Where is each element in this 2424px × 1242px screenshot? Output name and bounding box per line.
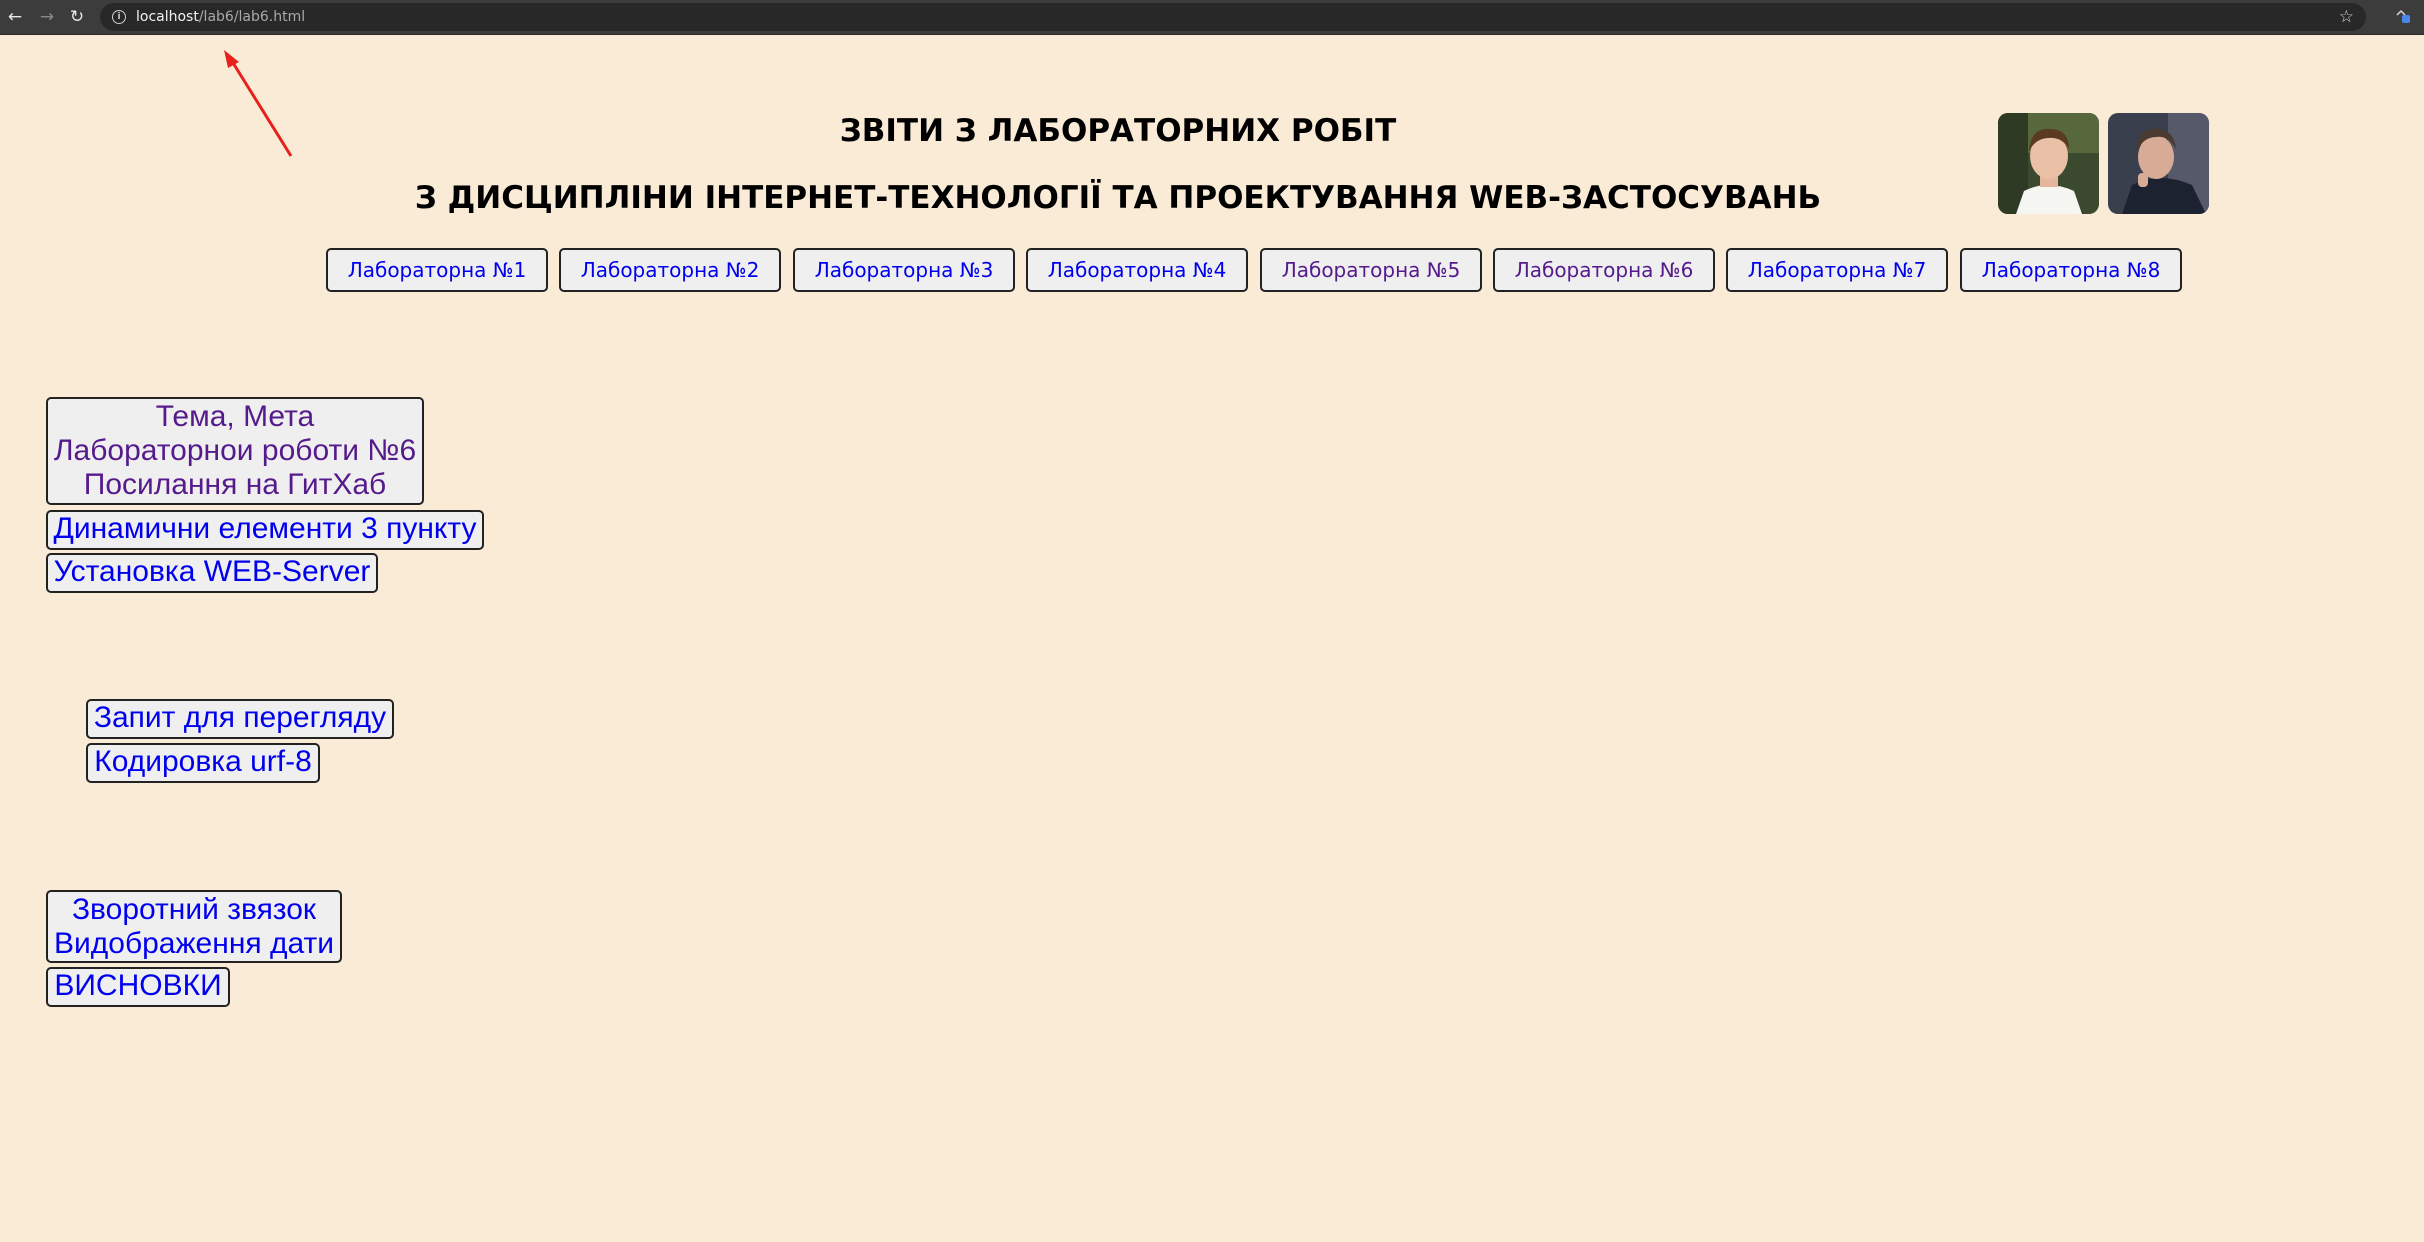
- lab-7-button[interactable]: Лабораторна №7: [1726, 248, 1948, 292]
- dynamic-elements-button[interactable]: Динамични елементи 3 пункту: [46, 510, 484, 550]
- topic-goal-line: Посилання на ГитХаб: [83, 468, 387, 501]
- lab-6-button[interactable]: Лабораторна №6: [1493, 248, 1715, 292]
- lab-2-button[interactable]: Лабораторна №2: [559, 248, 781, 292]
- extension-icon[interactable]: [2396, 9, 2410, 23]
- topic-goal-line: Лабораторнои роботи №6: [53, 434, 417, 467]
- url-host: localhost: [136, 9, 199, 25]
- back-icon[interactable]: ←: [4, 6, 26, 28]
- feedback-date-button[interactable]: Зворотний звязок Видображення дати: [46, 890, 342, 963]
- conclusions-button[interactable]: ВИСНОВКИ: [46, 967, 230, 1007]
- lab-3-button[interactable]: Лабораторна №3: [793, 248, 1015, 292]
- browser-toolbar: ← → ↻ i localhost/lab6/lab6.html ☆: [0, 0, 2424, 35]
- encoding-button[interactable]: Кодировка urf-8: [86, 743, 320, 783]
- page-title: ЗВІТИ З ЛАБОРАТОРНИХ РОБІТ: [839, 113, 1397, 149]
- feedback-date-line: Зворотний звязок: [71, 893, 317, 926]
- forward-icon[interactable]: →: [36, 6, 58, 28]
- author-photo-1: [1998, 113, 2099, 214]
- lab-1-button[interactable]: Лабораторна №1: [326, 248, 548, 292]
- lab-4-button[interactable]: Лабораторна №4: [1026, 248, 1248, 292]
- view-request-button[interactable]: Запит для перегляду: [86, 699, 394, 739]
- lab-5-button[interactable]: Лабораторна №5: [1260, 248, 1482, 292]
- webserver-setup-button[interactable]: Установка WEB-Server: [46, 553, 378, 593]
- topic-goal-button[interactable]: Тема, Мета Лабораторнои роботи №6 Посила…: [46, 397, 424, 505]
- author-photo-2: [2108, 113, 2209, 214]
- page-subtitle: З ДИСЦИПЛІНИ ІНТЕРНЕТ-ТЕХНОЛОГІЇ ТА ПРОЕ…: [414, 180, 1822, 216]
- url-path: /lab6/lab6.html: [198, 9, 306, 25]
- info-icon[interactable]: i: [112, 10, 126, 24]
- address-bar[interactable]: i localhost/lab6/lab6.html ☆: [100, 3, 2366, 31]
- reload-icon[interactable]: ↻: [66, 6, 88, 28]
- feedback-date-line: Видображення дати: [53, 927, 334, 960]
- url-text[interactable]: localhost/lab6/lab6.html: [136, 8, 305, 26]
- bookmark-star-icon[interactable]: ☆: [2339, 6, 2354, 28]
- lab-8-button[interactable]: Лабораторна №8: [1960, 248, 2182, 292]
- topic-goal-line: Тема, Мета: [155, 400, 315, 433]
